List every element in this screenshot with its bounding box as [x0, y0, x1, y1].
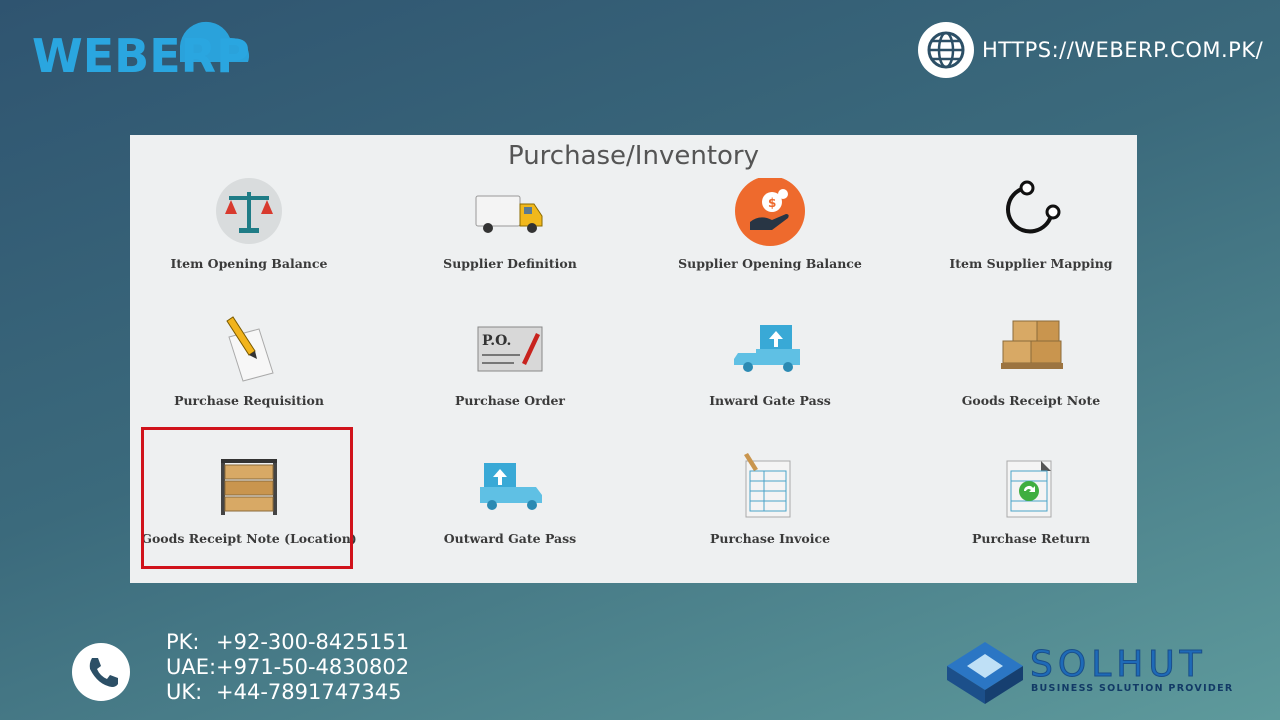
solhut-logo: SOLHUT BUSINESS SOLUTION PROVIDER	[945, 640, 1245, 706]
tile-label: Purchase Invoice	[709, 531, 831, 546]
return-sheet-icon	[991, 453, 1071, 523]
contact-numbers: PK: +92-300-8425151 UAE: +971-50-4830802…	[166, 630, 409, 705]
phone-number: +92-300-8425151	[216, 630, 410, 654]
money-hand-icon: $	[730, 176, 810, 248]
svg-text:$: $	[768, 196, 776, 210]
mapping-icon	[991, 178, 1071, 248]
tile-label: Outward Gate Pass	[443, 531, 577, 546]
tile-item-opening-balance[interactable]: Item Opening Balance	[134, 178, 364, 288]
country-label: PK:	[166, 630, 200, 654]
svg-text:P.O.: P.O.	[482, 333, 511, 349]
tile-label: Purchase Return	[971, 531, 1091, 546]
website-url[interactable]: HTTPS://WEBERP.COM.PK/	[982, 38, 1263, 62]
solhut-emblem-icon	[947, 642, 1023, 704]
tile-label: Purchase Order	[455, 393, 565, 408]
tile-label: Item Opening Balance	[170, 256, 328, 271]
phone-number: +44-7891747345	[216, 680, 402, 704]
panel-title: Purchase/Inventory	[507, 141, 759, 171]
tile-outward-gate-pass[interactable]: Outward Gate Pass	[395, 453, 625, 563]
po-document-icon: P.O.	[470, 315, 550, 385]
selection-highlight	[141, 427, 353, 569]
phone-number: +971-50-4830802	[216, 655, 410, 679]
tile-label: Supplier Definition	[443, 256, 577, 271]
tile-inward-gate-pass[interactable]: Inward Gate Pass	[655, 315, 885, 425]
company-tagline: BUSINESS SOLUTION PROVIDER	[1031, 683, 1234, 694]
scales-icon	[209, 178, 289, 248]
contact-row-uae: UAE: +971-50-4830802	[166, 655, 409, 680]
tile-label: Purchase Requisition	[174, 393, 324, 408]
tile-label: Goods Receipt Note	[961, 393, 1101, 408]
outward-truck-icon	[470, 453, 550, 523]
globe-icon	[918, 22, 974, 78]
boxes-pallet-icon	[991, 315, 1071, 385]
tile-purchase-requisition[interactable]: Purchase Requisition	[134, 315, 364, 425]
tile-purchase-order[interactable]: P.O. Purchase Order	[395, 315, 625, 425]
pencil-paper-icon	[209, 315, 289, 385]
weberp-logo: WEBERP	[30, 4, 270, 84]
company-name: SOLHUT	[1030, 644, 1207, 686]
website-link[interactable]: HTTPS://WEBERP.COM.PK/	[918, 22, 1263, 78]
tile-label: Inward Gate Pass	[709, 393, 831, 408]
inward-truck-icon	[730, 315, 810, 385]
tile-label: Item Supplier Mapping	[949, 256, 1113, 271]
tile-purchase-invoice[interactable]: Purchase Invoice	[655, 453, 885, 563]
truck-icon	[470, 178, 550, 248]
invoice-icon	[730, 453, 810, 523]
contact-row-pk: PK: +92-300-8425151	[166, 630, 409, 655]
phone-icon	[72, 643, 130, 701]
country-label: UAE:	[166, 655, 217, 679]
tile-goods-receipt-note[interactable]: Goods Receipt Note	[916, 315, 1146, 425]
contact-row-uk: UK: +44-7891747345	[166, 680, 409, 705]
tile-supplier-definition[interactable]: Supplier Definition	[395, 178, 625, 288]
logo-text: WEBERP	[32, 29, 250, 83]
tile-supplier-opening-balance[interactable]: $ Supplier Opening Balance	[655, 176, 885, 288]
tile-label: Supplier Opening Balance	[678, 256, 862, 271]
tile-item-supplier-mapping[interactable]: Item Supplier Mapping	[916, 178, 1146, 288]
tile-purchase-return[interactable]: Purchase Return	[916, 453, 1146, 563]
country-label: UK:	[166, 680, 203, 704]
